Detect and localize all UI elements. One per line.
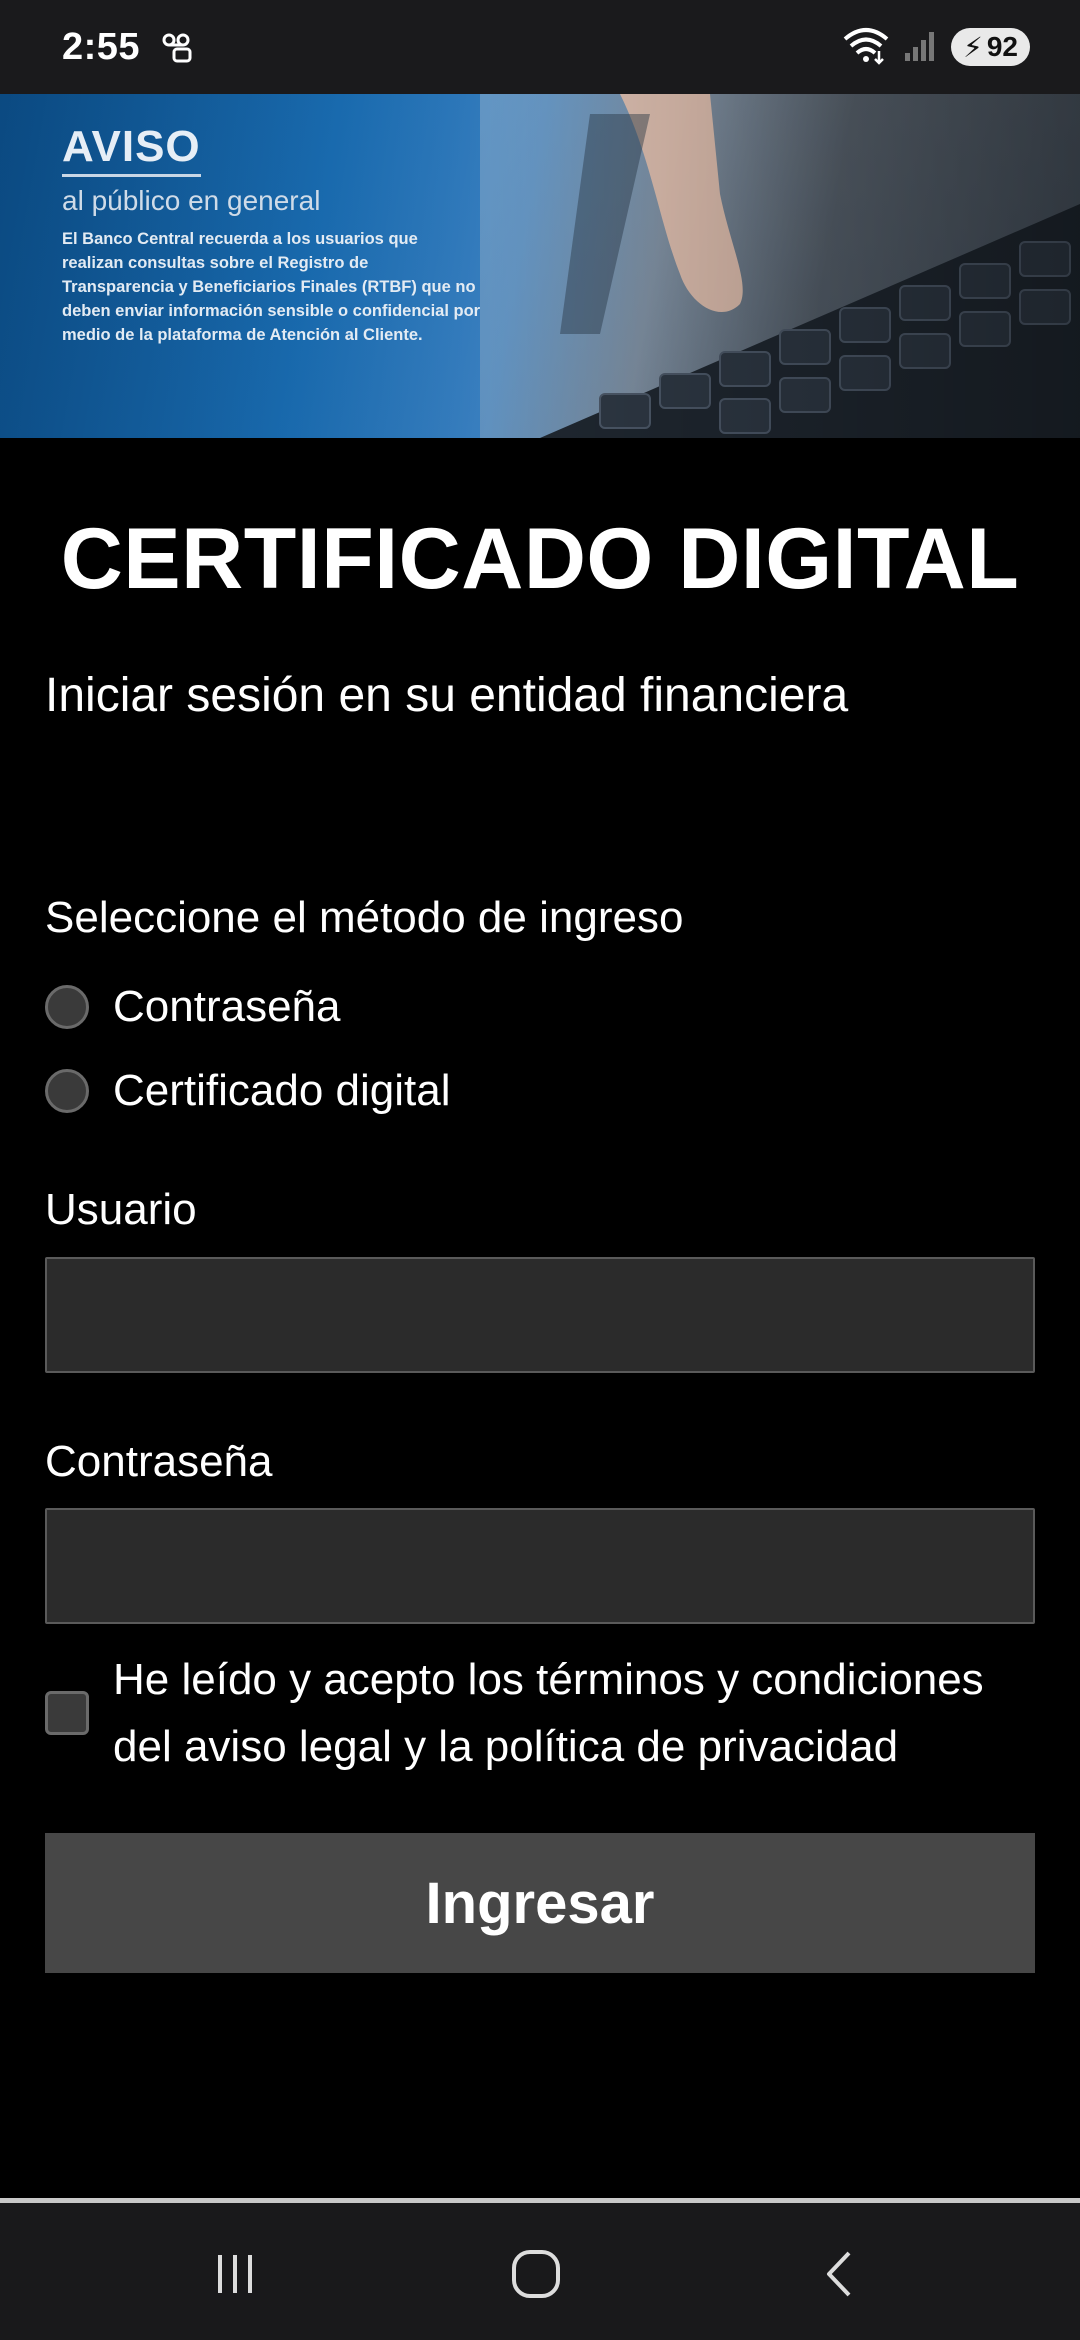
user-label: Usuario <box>45 1185 197 1234</box>
terms-line-2: del aviso legal y la política de privaci… <box>113 1722 899 1771</box>
terms-checkbox[interactable] <box>45 1691 89 1735</box>
battery-icon: ⚡ 92 <box>951 28 1030 66</box>
radio-label[interactable]: Certificado digital <box>113 1066 451 1116</box>
page-subtitle: Iniciar sesión en su entidad financiera <box>45 669 849 722</box>
password-label: Contraseña <box>45 1437 273 1486</box>
banner-subtitle: al público en general <box>62 185 321 216</box>
notice-banner[interactable]: AVISO al público en general El Banco Cen… <box>0 94 1080 438</box>
radio-button[interactable] <box>45 1069 89 1113</box>
recent-apps-icon[interactable] <box>200 2239 270 2309</box>
radio-option-password[interactable]: Contraseña <box>45 982 340 1032</box>
terms-checkbox-row[interactable]: He leído y acepto los términos y condici… <box>45 1646 1045 1780</box>
terms-label[interactable]: He leído y acepto los términos y condici… <box>113 1646 984 1780</box>
radio-label[interactable]: Contraseña <box>113 982 340 1032</box>
home-icon[interactable] <box>501 2239 571 2309</box>
radio-option-certificate[interactable]: Certificado digital <box>45 1066 451 1116</box>
banner-body: El Banco Central recuerda a los usuarios… <box>62 230 481 344</box>
status-bar: 2:55 ⚡ 92 <box>0 0 1080 94</box>
user-input[interactable] <box>45 1257 1035 1373</box>
signal-icon <box>903 27 939 68</box>
battery-level: 92 <box>986 31 1018 62</box>
password-input[interactable] <box>45 1508 1035 1624</box>
back-icon[interactable] <box>805 2239 875 2309</box>
submit-button[interactable]: Ingresar <box>45 1833 1035 1973</box>
page-title: CERTIFICADO DIGITAL <box>60 511 1020 607</box>
voicemail-icon <box>158 27 198 67</box>
banner-text: AVISO al público en general El Banco Cen… <box>62 122 482 347</box>
banner-title: AVISO <box>62 122 201 177</box>
status-time: 2:55 <box>62 25 141 68</box>
login-method-label: Seleccione el método de ingreso <box>45 893 684 942</box>
nav-bar <box>0 2203 1080 2340</box>
charging-icon: ⚡ <box>963 31 983 63</box>
wifi-icon <box>841 25 891 70</box>
radio-button[interactable] <box>45 985 89 1029</box>
terms-line-1: He leído y acepto los términos y condici… <box>113 1655 984 1704</box>
